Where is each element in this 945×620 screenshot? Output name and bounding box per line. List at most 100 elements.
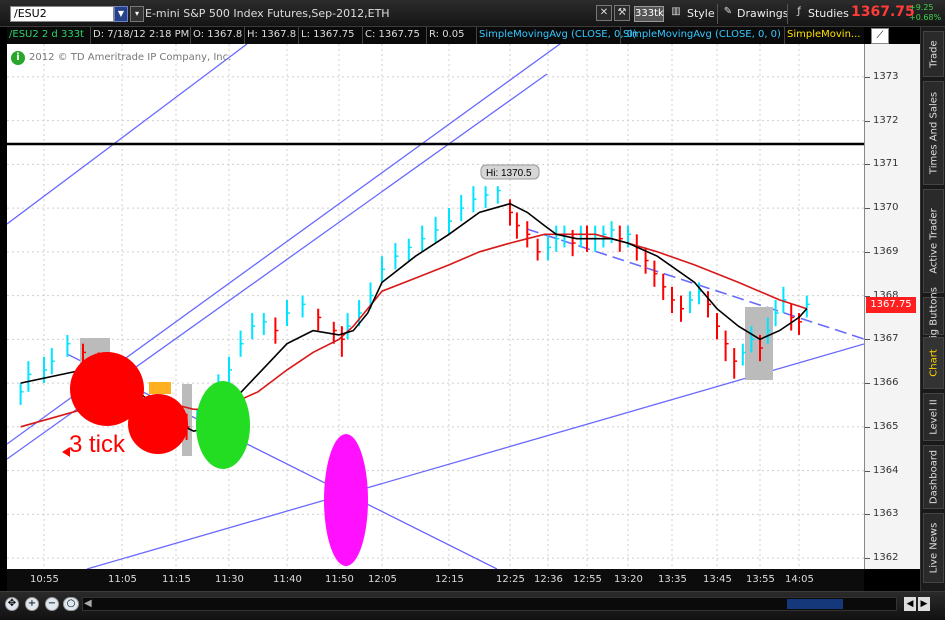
time-tick-label: 12:25 (496, 574, 525, 585)
pan-icon[interactable]: ✥ (5, 597, 19, 611)
info-sma-2: SimpleMovingAvg (CLOSE, 0, 0) (621, 27, 785, 44)
chart-info-bar: /ESU2 2 d 333t D: 7/18/12 2:18 PM O: 136… (7, 27, 864, 44)
side-tab-label: Trade (928, 40, 939, 68)
time-tick-label: 11:50 (325, 574, 354, 585)
time-tick-label: 11:30 (215, 574, 244, 585)
side-tab-big-buttons[interactable]: Big Buttons (923, 287, 944, 345)
magenta-ellipse-annotation (324, 434, 368, 566)
price-tick-label: 1365 (873, 420, 899, 432)
chart-svg[interactable]: 3 tick Hi: 1370.5 (7, 44, 864, 569)
price-tick-label: 1369 (873, 245, 899, 257)
time-tick-label: 12:05 (368, 574, 397, 585)
time-tick-label: 12:36 (534, 574, 563, 585)
price-tick-mark (865, 558, 870, 560)
chart-window: /ESU2 ▼ ▾ E-mini S&P 500 Index Futures,S… (0, 0, 945, 620)
style-button[interactable]: Style (687, 5, 715, 23)
highlight-marker (149, 382, 171, 394)
side-tab-label: Active Trader (928, 208, 939, 274)
studies-button[interactable]: Studies (808, 5, 849, 23)
info-symbol: /ESU2 2 d 333t (7, 27, 91, 44)
side-tab-trade[interactable]: Trade (923, 31, 944, 77)
scroll-left-icon[interactable]: ◀ (84, 598, 92, 609)
info-high: H: 1367.8 (245, 27, 299, 44)
price-tick-mark (865, 208, 870, 210)
side-tab-label: Level II (928, 399, 939, 435)
side-tab-label: Dashboard (928, 449, 939, 505)
drawings-button[interactable]: Drawings (737, 5, 788, 23)
price-tick-mark (865, 383, 870, 385)
side-tab-live-news[interactable]: Live News (923, 513, 944, 583)
price-tick-mark (865, 426, 870, 428)
info-date: D: 7/18/12 2:18 PM (91, 27, 191, 44)
chart-settings-icon[interactable]: ⟋ (871, 28, 889, 44)
side-tab-label: Times And Sales (928, 91, 939, 175)
zoom-out-icon[interactable]: − (45, 597, 59, 611)
time-tick-label: 13:20 (614, 574, 643, 585)
high-label: Hi: 1370.5 (486, 168, 532, 179)
net-change: +9.25 (909, 3, 934, 12)
symbol-input[interactable]: /ESU2 (10, 6, 114, 22)
scroll-prev-icon[interactable]: ◀ (904, 597, 916, 611)
price-tick-label: 1364 (873, 464, 899, 476)
style-icon[interactable]: ▥ (668, 5, 684, 21)
wrench-icon[interactable]: ⚒ (614, 5, 630, 21)
time-axis[interactable]: 10:55 11:05 11:15 11:30 11:40 11:50 12:05 12:15… (7, 569, 864, 591)
time-tick-label: 14:05 (785, 574, 814, 585)
price-tick-mark (865, 339, 870, 341)
info-low: L: 1367.75 (299, 27, 363, 44)
side-tab-active-trader[interactable]: Active Trader (923, 189, 944, 293)
time-tick-label: 11:15 (162, 574, 191, 585)
price-tick-label: 1367 (873, 333, 899, 345)
time-tick-label: 10:55 (30, 574, 59, 585)
bottom-bar: ✥ + − ○ ◀ ◀ ▶ (0, 591, 945, 620)
crosshair-icon[interactable]: ✕ (596, 5, 612, 21)
symbol-link-icon[interactable]: ▾ (130, 6, 144, 22)
pencil-icon[interactable]: ✎ (720, 5, 736, 21)
time-tick-label: 13:55 (746, 574, 775, 585)
toolbar-divider (717, 4, 718, 24)
top-toolbar: /ESU2 ▼ ▾ E-mini S&P 500 Index Futures,S… (0, 0, 945, 27)
side-tab-level-ii[interactable]: Level II (923, 393, 944, 441)
aggregation-button[interactable]: 333tk (634, 6, 664, 22)
info-close: C: 1367.75 (363, 27, 427, 44)
price-tick-mark (865, 76, 870, 78)
time-tick-label: 12:55 (573, 574, 602, 585)
price-tick-mark (865, 120, 870, 122)
side-tab-strip: Trade Times And Sales Active Trader Big But… (920, 27, 945, 591)
info-open: O: 1367.8 (191, 27, 245, 44)
scroll-thumb[interactable] (787, 599, 843, 609)
price-tick-label: 1362 (873, 552, 899, 564)
price-tick-label: 1371 (873, 158, 899, 170)
side-tab-chart[interactable]: Chart (923, 337, 944, 389)
info-sma-3: SimpleMovin... (787, 29, 861, 40)
percent-change: +0.68% (909, 13, 942, 22)
green-ellipse-annotation (196, 381, 250, 469)
zoom-reset-icon[interactable]: ○ (63, 597, 79, 611)
studies-icon[interactable]: ƒ (791, 5, 807, 21)
scroll-next-icon[interactable]: ▶ (918, 597, 930, 611)
side-tab-label: Chart (928, 349, 939, 377)
zoom-in-icon[interactable]: + (25, 597, 39, 611)
annotation-text: 3 tick (69, 431, 126, 458)
price-tick-label: 1363 (873, 508, 899, 520)
price-tick-label: 1373 (873, 70, 899, 82)
side-tab-times-and-sales[interactable]: Times And Sales (923, 81, 944, 185)
channel-upper-line (7, 44, 248, 225)
toolbar-divider (787, 4, 788, 24)
price-tick-label: 1372 (873, 114, 899, 126)
last-price: 1367.75 (851, 4, 915, 20)
time-tick-label: 11:05 (108, 574, 137, 585)
symbol-dropdown-icon[interactable]: ▼ (114, 6, 128, 22)
side-tab-dashboard[interactable]: Dashboard (923, 445, 944, 509)
price-chart[interactable]: 3 tick Hi: 1370.5 (7, 44, 864, 569)
price-tick-label: 1366 (873, 377, 899, 389)
price-tick-mark (865, 164, 870, 166)
red-circle-annotation (128, 394, 188, 454)
copyright-text: 2012 © TD Ameritrade IP Company, Inc. (29, 52, 232, 63)
horizontal-scrollbar[interactable] (82, 597, 897, 611)
info-icon[interactable]: i (11, 51, 25, 65)
time-tick-label: 13:35 (658, 574, 687, 585)
time-tick-label: 13:45 (703, 574, 732, 585)
ticker-description: E-mini S&P 500 Index Futures,Sep-2012,ET… (145, 7, 390, 20)
price-tick-mark (865, 470, 870, 472)
